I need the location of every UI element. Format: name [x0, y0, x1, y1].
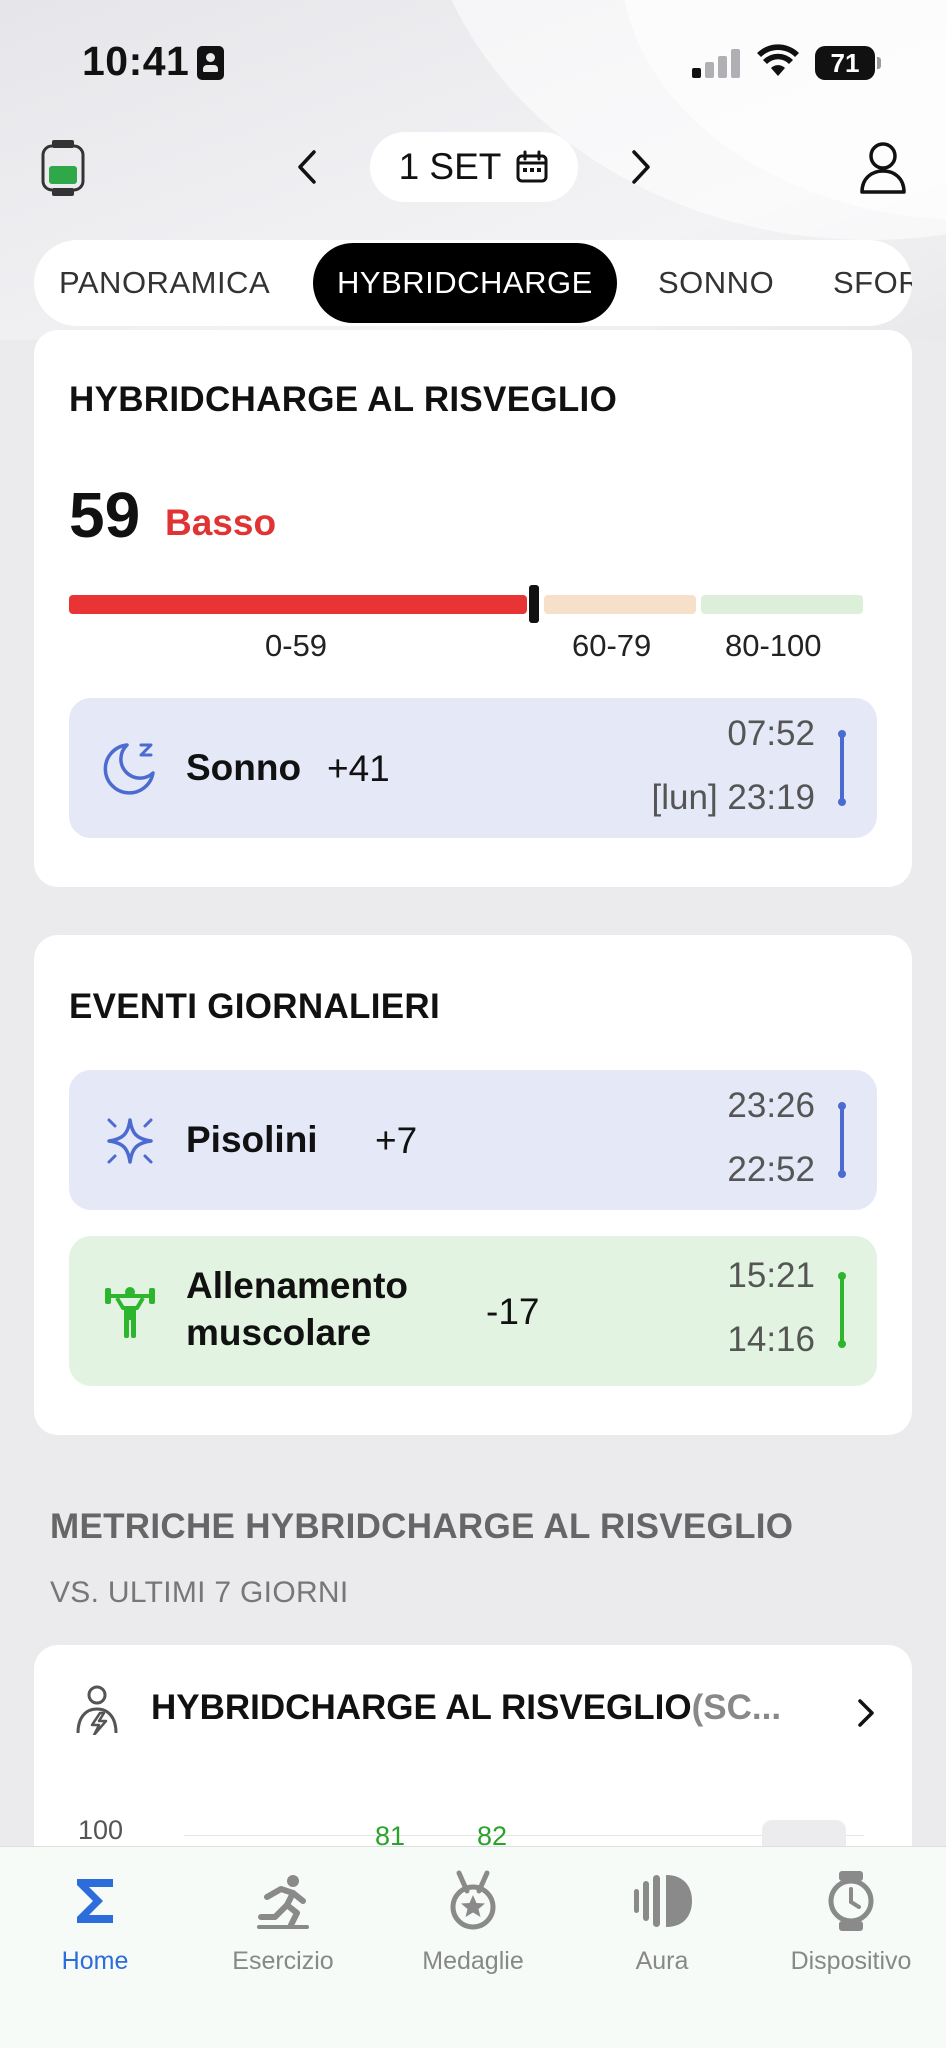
range-bar-high: [701, 595, 863, 614]
event-name: Pisolini: [186, 1119, 318, 1160]
card-title: HYBRIDCHARGE AL RISVEGLIO: [69, 380, 618, 419]
nav-medaglie[interactable]: Medaglie: [378, 1869, 568, 1976]
score-level-label: Basso: [165, 502, 277, 543]
metric-title-suffix: (SC...: [691, 1688, 782, 1727]
event-name: Sonno: [186, 747, 302, 788]
metrics-section-title: METRICHE HYBRIDCHARGE AL RISVEGLIO: [50, 1507, 794, 1546]
event-timeline: [838, 1102, 846, 1178]
nav-esercizio[interactable]: Esercizio: [188, 1869, 378, 1976]
score-marker: [529, 585, 539, 623]
event-time-end: 15:21: [727, 1256, 815, 1295]
tab-bar: PANORAMICA HYBRIDCHARGE SONNO SFOR: [34, 240, 912, 326]
event-name-line2: muscolare: [186, 1312, 372, 1353]
charge-person-icon: [76, 1685, 118, 1735]
event-delta: +7: [375, 1120, 418, 1161]
range-bar-mid: [544, 595, 696, 614]
status-time: 10:41: [82, 38, 190, 84]
event-time-start: 14:16: [727, 1320, 815, 1359]
aura-icon: [634, 1875, 692, 1927]
event-delta: +41: [327, 748, 390, 789]
tab-sonno[interactable]: SONNO: [658, 240, 774, 326]
event-time-start: 22:52: [727, 1150, 815, 1189]
nap-event-row[interactable]: Pisolini +7 23:26 22:52: [69, 1070, 877, 1210]
nap-sparkle-icon: [107, 1118, 153, 1164]
strength-event-row[interactable]: Allenamento muscolare -17 15:21 14:16: [69, 1236, 877, 1386]
profile-icon[interactable]: [858, 140, 908, 194]
chart-axis-label: 100: [78, 1815, 124, 1845]
metrics-section-subtitle: VS. ULTIMI 7 GIORNI: [50, 1576, 349, 1609]
event-time-end: 23:26: [727, 1086, 815, 1125]
nav-label: Esercizio: [232, 1947, 334, 1975]
bottom-navigation: Home Esercizio Medaglie Aura Dispositivo: [0, 1846, 946, 2048]
wake-hybridcharge-card: HYBRIDCHARGE AL RISVEGLIO 59 Basso 0-59 …: [34, 330, 912, 887]
event-name-line1: Allenamento: [186, 1265, 409, 1306]
daily-events-card: EVENTI GIORNALIERI Pisolini +7 23:26 22:…: [34, 935, 912, 1435]
range-bar-low: [69, 595, 527, 614]
nav-home[interactable]: Home: [0, 1869, 190, 1976]
hybridcharge-score: 59: [69, 479, 141, 551]
range-label-low: 0-59: [265, 628, 328, 663]
range-label-mid: 60-79: [572, 628, 652, 663]
battery-indicator: 71: [815, 46, 881, 80]
chevron-right-icon[interactable]: [852, 1695, 880, 1731]
event-timeline: [838, 730, 846, 806]
tab-hybridcharge[interactable]: HYBRIDCHARGE: [313, 243, 617, 323]
wifi-icon: [757, 44, 799, 76]
nav-label: Aura: [635, 1947, 689, 1975]
nav-aura[interactable]: Aura: [567, 1869, 757, 1976]
id-card-icon: [197, 46, 224, 80]
event-delta: -17: [486, 1291, 540, 1332]
tab-panoramica[interactable]: PANORAMICA: [59, 240, 270, 326]
nav-label: Home: [61, 1947, 129, 1975]
metric-card-title: HYBRIDCHARGE AL RISVEGLIO(SC...: [151, 1688, 781, 1728]
event-timeline: [838, 1272, 846, 1348]
strength-training-icon: [105, 1287, 155, 1338]
sleep-event-row[interactable]: Sonno +41 07:52 [lun] 23:19: [69, 698, 877, 838]
event-time-start: [lun] 23:19: [651, 778, 815, 817]
date-label: 1 SET: [398, 146, 502, 187]
watch-battery-icon[interactable]: [40, 140, 86, 196]
event-name: Allenamento muscolare: [186, 1262, 408, 1356]
nav-label: Medaglie: [422, 1947, 524, 1975]
metric-title-main: HYBRIDCHARGE AL RISVEGLIO: [151, 1688, 692, 1727]
event-time-end: 07:52: [727, 714, 815, 753]
tab-sforzo[interactable]: SFOR: [833, 240, 912, 326]
sigma-home-icon: [77, 1879, 113, 1923]
running-icon: [257, 1875, 309, 1929]
medal-icon: [450, 1870, 496, 1930]
cellular-signal-icon: [692, 48, 740, 78]
sleep-moon-icon: [103, 743, 155, 795]
nav-label: Dispositivo: [790, 1947, 912, 1975]
card-title: EVENTI GIORNALIERI: [69, 987, 440, 1026]
watch-device-icon: [828, 1871, 874, 1931]
range-label-high: 80-100: [725, 628, 822, 663]
next-day-button[interactable]: [620, 142, 660, 192]
nav-dispositivo[interactable]: Dispositivo: [756, 1869, 946, 1976]
previous-day-button[interactable]: [288, 142, 328, 192]
date-picker-button[interactable]: 1 SET: [370, 132, 578, 202]
calendar-icon: [516, 150, 548, 183]
